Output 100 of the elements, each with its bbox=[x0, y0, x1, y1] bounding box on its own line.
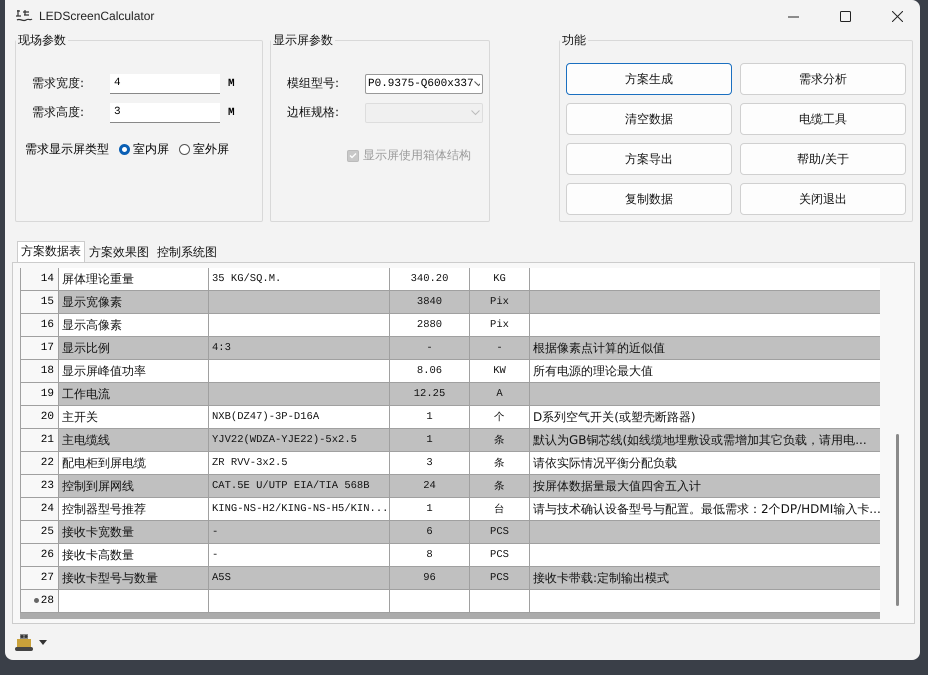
table-cell: 主开关 bbox=[58, 406, 208, 428]
table-cell: 96 bbox=[390, 566, 470, 590]
check-icon bbox=[349, 152, 357, 159]
field-label: 需求宽度: bbox=[31, 75, 86, 92]
table-cell: 接收卡宽数量 bbox=[58, 520, 208, 544]
table-cell bbox=[470, 590, 530, 612]
table-cell: KW bbox=[470, 360, 530, 382]
table-cell: 屏体理论重量 bbox=[58, 268, 208, 290]
row-header[interactable]: 16 bbox=[20, 314, 58, 336]
row-header[interactable]: 14 bbox=[20, 268, 58, 290]
table-cell: Pix bbox=[470, 290, 530, 314]
table-cell: ZR RVV-3x2.5 bbox=[208, 452, 390, 474]
table-cell: CAT.5E U/UTP EIA/TIA 568B bbox=[208, 474, 390, 498]
close-icon bbox=[892, 10, 902, 22]
row-header[interactable]: 25 bbox=[20, 520, 58, 544]
field-label: 需求显示屏类型 bbox=[24, 141, 109, 158]
row-header[interactable]: 17 bbox=[20, 336, 58, 360]
chevron-icon bbox=[474, 80, 480, 86]
table-cell: NXB(DZ47)-3P-D16A bbox=[208, 406, 390, 428]
table-cell: 35 KG/SQ.M. bbox=[208, 268, 390, 290]
tab[interactable]: 控制系统图 bbox=[153, 243, 221, 262]
tab[interactable]: 方案效果图 bbox=[85, 243, 153, 262]
table-cell: 根据像素点计算的近似值 bbox=[530, 336, 880, 360]
radio-option[interactable]: 室内屏 bbox=[119, 141, 169, 158]
row-header[interactable]: 20 bbox=[20, 406, 58, 428]
table-cell: 1 bbox=[390, 498, 470, 520]
function-button[interactable]: 电缆工具 bbox=[740, 103, 906, 135]
table-cell: 显示宽像素 bbox=[58, 290, 208, 314]
table-cell: 个 bbox=[470, 406, 530, 428]
table-cell: 台 bbox=[470, 498, 530, 520]
table-cell: 8.06 bbox=[390, 360, 470, 382]
table-cell: 工作电流 bbox=[58, 382, 208, 406]
table-cell: 主电缆线 bbox=[58, 428, 208, 452]
row-header[interactable]: 23 bbox=[20, 474, 58, 498]
unit-label: M bbox=[228, 78, 235, 90]
maximize-icon bbox=[840, 10, 850, 22]
tab[interactable]: 方案数据表 bbox=[17, 241, 85, 262]
logo-icon bbox=[15, 9, 33, 23]
row-header[interactable]: 24 bbox=[20, 498, 58, 520]
field-label: 模组型号: bbox=[286, 75, 340, 92]
table-cell: PCS bbox=[470, 520, 530, 544]
row-header[interactable]: 28 bbox=[20, 590, 58, 612]
table-cell: A5S bbox=[208, 566, 390, 590]
row-header[interactable]: 27 bbox=[20, 566, 58, 590]
table-cell: A bbox=[470, 382, 530, 406]
group-title: 显示屏参数 bbox=[272, 32, 334, 49]
radio-option[interactable]: 室外屏 bbox=[179, 141, 229, 158]
row-header[interactable]: 15 bbox=[20, 290, 58, 314]
table-cell: - bbox=[208, 520, 390, 544]
table-cell: 控制到屏网线 bbox=[58, 474, 208, 498]
table-cell: 1 bbox=[390, 428, 470, 452]
table-cell: KG bbox=[470, 268, 530, 290]
row-header[interactable]: 21 bbox=[20, 428, 58, 452]
table-cell: - bbox=[470, 336, 530, 360]
function-button[interactable]: 清空数据 bbox=[566, 103, 732, 135]
function-button[interactable]: 方案导出 bbox=[566, 143, 732, 175]
scrollbar-thumb[interactable] bbox=[896, 434, 898, 606]
table-cell: 配电柜到屏电缆 bbox=[58, 452, 208, 474]
table-cell: 条 bbox=[470, 452, 530, 474]
table-cell: 请与技术确认设备型号与配置。最低需求：2个DP/HDMI输入卡... bbox=[530, 498, 880, 520]
row-header[interactable]: 26 bbox=[20, 544, 58, 566]
table-cell: PCS bbox=[470, 566, 530, 590]
function-button[interactable]: 需求分析 bbox=[740, 63, 906, 95]
table-cell: 4:3 bbox=[208, 336, 390, 360]
table-cell: 条 bbox=[470, 474, 530, 498]
dropdown[interactable]: P0.9375-Q600x337 bbox=[365, 74, 483, 94]
table-cell: 340.20 bbox=[390, 268, 470, 290]
row-header[interactable]: 22 bbox=[20, 452, 58, 474]
input-field[interactable]: 4 bbox=[110, 74, 220, 94]
table-cell: 24 bbox=[390, 474, 470, 498]
table-cell: Pix bbox=[470, 314, 530, 336]
function-button[interactable]: 复制数据 bbox=[566, 183, 732, 215]
table-cell: PCS bbox=[470, 544, 530, 566]
table-cell: 3840 bbox=[390, 290, 470, 314]
table-cell: 3 bbox=[390, 452, 470, 474]
table-cell: 接收卡型号与数量 bbox=[58, 566, 208, 590]
chevron-icon bbox=[471, 110, 480, 116]
table-cell: 请依实际情况平衡分配负载 bbox=[530, 452, 880, 474]
table-cell: 显示高像素 bbox=[58, 314, 208, 336]
table-cell: D系列空气开关(或塑壳断路器) bbox=[530, 406, 880, 428]
table-cell: 按屏体数据量最大值四舍五入计 bbox=[530, 474, 880, 498]
window-title: LEDScreenCalculator bbox=[39, 9, 156, 23]
table-cell: 6 bbox=[390, 520, 470, 544]
table-cell: 1 bbox=[390, 406, 470, 428]
function-button[interactable]: 方案生成 bbox=[566, 63, 732, 95]
current-row-icon bbox=[34, 598, 39, 604]
table-cell: 接收卡带载:定制输出模式 bbox=[530, 566, 880, 590]
table-cell: 条 bbox=[470, 428, 530, 452]
function-button[interactable]: 关闭退出 bbox=[740, 183, 906, 215]
row-header[interactable]: 18 bbox=[20, 360, 58, 382]
table-cell: YJV22(WDZA-YJE22)-5x2.5 bbox=[208, 428, 390, 452]
robot-icon bbox=[13, 631, 35, 653]
caret-icon[interactable] bbox=[39, 640, 47, 644]
table-cell: 所有电源的理论最大值 bbox=[530, 360, 880, 382]
group-title: 功能 bbox=[561, 32, 587, 49]
row-header[interactable]: 19 bbox=[20, 382, 58, 406]
group-title: 现场参数 bbox=[17, 32, 67, 49]
input-field[interactable]: 3 bbox=[110, 102, 220, 122]
table-cell: 控制器型号推荐 bbox=[58, 498, 208, 520]
function-button[interactable]: 帮助/关于 bbox=[740, 143, 906, 175]
